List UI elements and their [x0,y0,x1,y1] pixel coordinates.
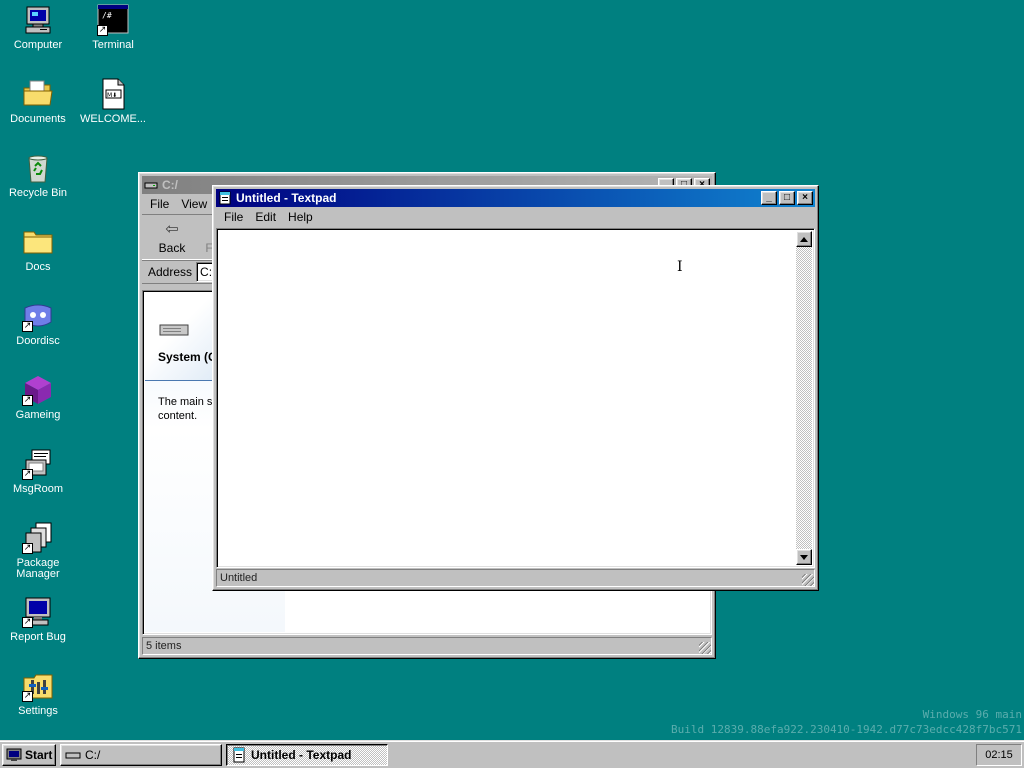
report-bug-icon: ↗ [22,596,54,628]
desktop-icon-package-manager[interactable]: ↗ Package Manager [0,522,76,580]
desktop-icon-documents[interactable]: Documents [0,78,76,125]
shortcut-arrow-icon: ↗ [22,691,33,702]
textpad-title: Untitled - Textpad [236,191,337,205]
textpad-editor[interactable]: I [216,228,815,568]
desktop-icon-label: Doordisc [16,335,60,347]
desktop-icon-settings[interactable]: ↗ Settings [0,670,76,717]
scroll-up-button[interactable] [796,231,812,247]
start-button[interactable]: Start [2,743,56,766]
back-label: Back [158,241,186,255]
desktop-icon-doordisc[interactable]: ↗ Doordisc [0,300,76,347]
start-logo-icon [6,747,22,763]
drive-icon [65,747,81,763]
desktop-icon-terminal[interactable]: /# ↗ Terminal [75,4,151,51]
address-label: Address [148,264,193,279]
menu-file[interactable]: File [144,197,175,211]
textpad-window[interactable]: Untitled - Textpad _ □ × File Edit Help … [212,185,819,591]
resize-grip-icon[interactable] [802,574,814,586]
minimize-button[interactable]: _ [761,191,777,205]
build-watermark-line2: Build 12839.88efa922.230410-1942.d77c73e… [671,723,1022,736]
textpad-statusbar: Untitled [216,569,815,587]
scroll-down-button[interactable] [796,549,812,565]
vertical-scrollbar[interactable] [796,231,812,565]
desktop-icon-label: Report Bug [10,631,66,643]
desktop-icon-welcome[interactable]: M⬇ WELCOME... [75,78,151,125]
desktop-icon-label: Settings [18,705,58,717]
msgroom-icon: ↗ [22,448,54,480]
computer-icon [22,4,54,36]
desktop-icon-label: Package Manager [16,557,60,580]
taskbar-item-label: Untitled - Textpad [251,747,352,762]
taskbar-item-explorer[interactable]: C:/ [60,743,222,766]
textpad-menubar: File Edit Help [216,207,815,227]
desktop-icon-label: WELCOME... [79,113,146,125]
start-label: Start [25,747,53,762]
desktop-icon-label: Recycle Bin [8,187,68,199]
terminal-icon: /# ↗ [97,4,129,36]
desktop-icon-gameing[interactable]: ↗ Gameing [0,374,76,421]
desktop-icon-computer[interactable]: Computer [0,4,76,51]
editor-text[interactable] [219,231,794,565]
desktop-icon-label: Documents [10,113,66,125]
resize-grip-icon[interactable] [699,642,711,654]
hard-drive-icon [159,323,189,340]
game-cube-icon: ↗ [22,374,54,406]
desktop-icon-recycle-bin[interactable]: Recycle Bin [0,152,76,199]
menu-edit[interactable]: Edit [249,210,282,224]
markdown-file-icon: M⬇ [97,78,129,110]
folder-icon [22,226,54,258]
taskbar: Start C:/ Untitled - Textpad 02:15 [0,740,1024,768]
settings-icon: ↗ [22,670,54,702]
maximize-button[interactable]: □ [779,191,795,205]
documents-folder-icon [22,78,54,110]
arrow-up-icon [800,236,808,242]
system-tray-clock[interactable]: 02:15 [976,743,1022,766]
desktop-icon-label: Gameing [15,409,61,421]
close-button[interactable]: × [797,191,813,205]
package-manager-icon: ↗ [22,522,54,554]
desktop-icon-docs[interactable]: Docs [0,226,76,273]
desktop-icon-label: Docs [25,261,51,273]
shortcut-arrow-icon: ↗ [22,469,33,480]
doordisc-icon: ↗ [22,300,54,332]
back-button[interactable]: ⇦ Back [150,219,194,255]
notepad-icon [231,747,247,763]
info-panel-title: System (C [158,350,217,364]
menu-view[interactable]: View [175,197,213,211]
notepad-icon [218,191,232,205]
build-watermark-line1: Windows 96 main [922,708,1022,721]
desktop-icon-label: Computer [13,39,63,51]
desktop-icon-msgroom[interactable]: ↗ MsgRoom [0,448,76,495]
back-arrow-icon: ⇦ [165,219,179,238]
recycle-bin-icon [22,152,54,184]
taskbar-item-textpad[interactable]: Untitled - Textpad [226,743,388,766]
drive-icon [144,178,158,192]
terminal-prompt-text: /# [102,11,112,20]
textpad-titlebar[interactable]: Untitled - Textpad _ □ × [216,189,815,207]
menu-file[interactable]: File [218,210,249,224]
markdown-badge-text: M⬇ [107,92,117,99]
menu-help[interactable]: Help [282,210,319,224]
desktop-icon-label: MsgRoom [12,483,64,495]
shortcut-arrow-icon: ↗ [97,25,108,36]
explorer-statusbar: 5 items [142,637,712,655]
shortcut-arrow-icon: ↗ [22,543,33,554]
shortcut-arrow-icon: ↗ [22,617,33,628]
desktop-icon-report-bug[interactable]: ↗ Report Bug [0,596,76,643]
shortcut-arrow-icon: ↗ [22,321,33,332]
shortcut-arrow-icon: ↗ [22,395,33,406]
arrow-down-icon [800,554,808,560]
text-cursor-icon: I [677,259,683,275]
taskbar-item-label: C:/ [85,747,101,762]
desktop-icon-label: Terminal [92,39,134,51]
